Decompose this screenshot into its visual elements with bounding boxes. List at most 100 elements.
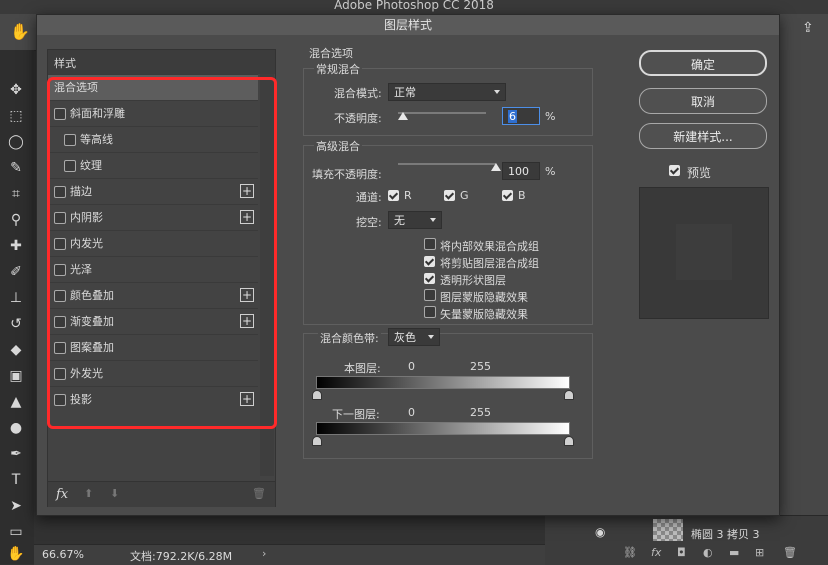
blend-if-value: 灰色 [394, 331, 416, 344]
under-layer-max: 255 [470, 406, 491, 419]
history-brush-icon[interactable]: ↺ [5, 314, 27, 334]
opacity-value: 6 [508, 110, 517, 123]
channel-r-checkbox[interactable] [388, 190, 399, 201]
new-layer-icon[interactable]: ⊞ [755, 546, 764, 559]
shape-tool-icon[interactable]: ▭ [5, 522, 27, 542]
dialog-title: 图层样式 [37, 15, 779, 35]
preview-inner [676, 224, 732, 280]
opacity-label: 不透明度: [334, 112, 382, 125]
fill-opacity-label: 填充不透明度: [312, 168, 382, 181]
this-layer-gradient[interactable] [316, 376, 570, 389]
ok-button[interactable]: 确定 [639, 50, 767, 76]
blur-tool-icon[interactable]: ▲ [5, 392, 27, 412]
doc-size: 文档:792.2K/6.28M [130, 550, 233, 563]
right-panel [778, 50, 828, 564]
folder-icon[interactable]: ▬ [729, 546, 739, 559]
crop-tool-icon[interactable]: ⌗ [5, 184, 27, 204]
advanced-blending-title: 高级混合 [314, 138, 362, 154]
lasso-tool-icon[interactable]: ◯ [5, 132, 27, 152]
marquee-tool-icon[interactable]: ⬚ [5, 106, 27, 126]
chevron-down-icon [430, 218, 436, 222]
advanced-option-checkbox[interactable] [424, 289, 436, 301]
trash-icon[interactable]: 🗑 [783, 546, 797, 559]
styles-header-label: 样式 [54, 57, 76, 70]
advanced-option-label: 矢量蒙版隐藏效果 [440, 308, 528, 321]
quick-select-icon[interactable]: ✎ [5, 158, 27, 178]
styles-footer: fx ⬆ ⬇ 🗑 [48, 481, 275, 507]
channel-g-checkbox[interactable] [444, 190, 455, 201]
hand-icon[interactable]: ✋ [10, 22, 30, 41]
link-icon[interactable]: ⛓ [623, 546, 637, 559]
channel-b-checkbox[interactable] [502, 190, 513, 201]
opacity-percent: % [545, 110, 556, 123]
knockout-select[interactable]: 无 [388, 211, 442, 229]
layer-thumbnail[interactable] [653, 519, 683, 541]
blend-mode-select[interactable]: 正常 [388, 83, 506, 101]
under-layer-gradient[interactable] [316, 422, 570, 435]
brush-tool-icon[interactable]: ✐ [5, 262, 27, 282]
eye-icon[interactable]: ◉ [595, 525, 605, 539]
fill-opacity-input[interactable]: 100 [502, 162, 540, 180]
hand-tool-icon[interactable]: ✋ [5, 544, 27, 564]
channel-r-label: R [404, 189, 412, 202]
under-layer-min: 0 [408, 406, 415, 419]
chevron-down-icon [428, 335, 434, 339]
dodge-tool-icon[interactable]: ● [5, 418, 27, 438]
type-tool-icon[interactable]: T [5, 470, 27, 490]
eraser-tool-icon[interactable]: ◆ [5, 340, 27, 360]
general-blending-title: 常规混合 [314, 61, 362, 77]
new-style-button[interactable]: 新建样式... [639, 123, 767, 149]
fx-menu-button[interactable]: fx [56, 487, 68, 502]
layer-name[interactable]: 椭圆 3 拷贝 3 [691, 526, 760, 542]
opacity-slider-thumb[interactable] [398, 112, 409, 120]
this-layer-min: 0 [408, 360, 415, 373]
under-layer-black-thumb[interactable] [312, 436, 322, 446]
adjustment-icon[interactable]: ◐ [703, 546, 713, 559]
fx-icon[interactable]: fx [651, 546, 661, 559]
cancel-button[interactable]: 取消 [639, 88, 767, 114]
move-up-icon[interactable]: ⬆ [84, 487, 93, 500]
status-bar: 66.67% 文档:792.2K/6.28M › [34, 544, 545, 565]
move-down-icon[interactable]: ⬇ [110, 487, 119, 500]
blend-if-label: 混合颜色带: [318, 330, 381, 346]
app-title-bar: Adobe Photoshop CC 2018 [0, 0, 828, 14]
this-layer-black-thumb[interactable] [312, 390, 322, 400]
gradient-tool-icon[interactable]: ▣ [5, 366, 27, 386]
chevron-right-icon[interactable]: › [262, 547, 266, 560]
preview-swatch [639, 187, 769, 319]
mask-icon[interactable]: ◘ [677, 546, 686, 559]
advanced-option-label: 透明形状图层 [440, 274, 506, 287]
advanced-option-label: 将剪贴图层混合成组 [440, 257, 539, 270]
share-icon[interactable]: ⇪ [802, 20, 814, 36]
healing-brush-icon[interactable]: ✚ [5, 236, 27, 256]
knockout-label: 挖空: [356, 216, 382, 229]
trash-icon[interactable]: 🗑 [252, 487, 266, 500]
knockout-value: 无 [394, 214, 405, 227]
opacity-input[interactable]: 6 [502, 107, 540, 125]
fill-opacity-slider[interactable] [398, 163, 496, 165]
this-layer-max: 255 [470, 360, 491, 373]
advanced-option-label: 将内部效果混合成组 [440, 240, 539, 253]
layers-panel: ◉ 椭圆 3 拷贝 3 ⛓ fx ◘ ◐ ▬ ⊞ 🗑 [545, 515, 828, 565]
opacity-slider[interactable] [398, 112, 486, 114]
chevron-down-icon [494, 90, 500, 94]
blend-if-group: 混合颜色带: 灰色 本图层: 0 255 下一图层: 0 255 [303, 328, 593, 459]
stamp-tool-icon[interactable]: ⊥ [5, 288, 27, 308]
path-select-icon[interactable]: ➤ [5, 496, 27, 516]
this-layer-white-thumb[interactable] [564, 390, 574, 400]
advanced-option-checkbox[interactable] [424, 238, 436, 250]
channels-label: 通道: [356, 191, 382, 204]
move-tool-icon[interactable]: ✥ [5, 80, 27, 100]
advanced-option-checkbox[interactable] [424, 256, 435, 267]
advanced-option-checkbox[interactable] [424, 273, 435, 284]
eyedropper-icon[interactable]: ⚲ [5, 210, 27, 230]
preview-label: 预览 [687, 166, 712, 180]
under-layer-white-thumb[interactable] [564, 436, 574, 446]
styles-header: 样式 [48, 50, 275, 74]
advanced-option-checkbox[interactable] [424, 306, 436, 318]
preview-checkbox[interactable] [669, 165, 680, 176]
blend-if-select[interactable]: 灰色 [388, 328, 440, 346]
fill-opacity-slider-thumb[interactable] [491, 163, 501, 171]
pen-tool-icon[interactable]: ✒ [5, 444, 27, 464]
tools-panel: ✥ ⬚ ◯ ✎ ⌗ ⚲ ✚ ✐ ⊥ ↺ ◆ ▣ ▲ ● ✒ T ➤ ▭ ✋ [0, 50, 34, 564]
